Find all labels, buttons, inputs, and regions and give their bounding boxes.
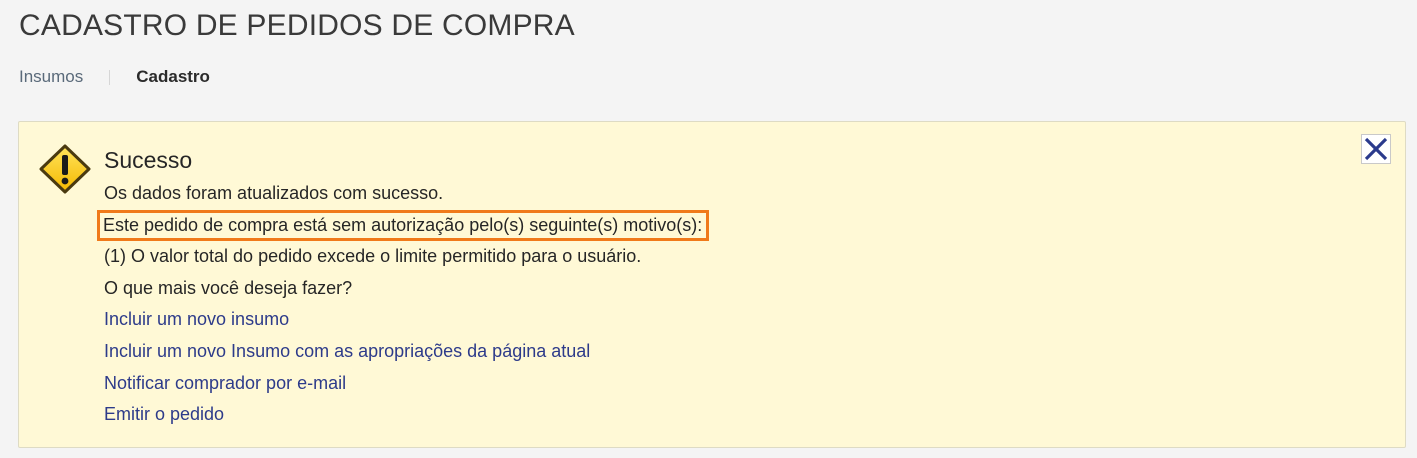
alert-reason: (1) O valor total do pedido excede o lim…	[104, 246, 642, 267]
link-incluir-novo-insumo[interactable]: Incluir um novo insumo	[104, 304, 709, 336]
alert-body: Sucesso Os dados foram atualizados com s…	[97, 146, 710, 431]
success-alert: Sucesso Os dados foram atualizados com s…	[18, 121, 1406, 448]
close-icon	[1364, 137, 1388, 161]
breadcrumb: Insumos Cadastro	[19, 66, 210, 88]
link-incluir-insumo-apropriacoes[interactable]: Incluir um novo Insumo com as apropriaçõ…	[104, 336, 709, 368]
highlighted-message-row: Este pedido de compra está sem autorizaç…	[97, 209, 710, 242]
breadcrumb-item-cadastro: Cadastro	[136, 67, 210, 86]
breadcrumb-item-insumos[interactable]: Insumos	[19, 66, 83, 88]
warning-icon	[39, 144, 91, 194]
alert-question: O que mais você deseja fazer?	[104, 277, 353, 298]
link-emitir-pedido[interactable]: Emitir o pedido	[104, 399, 709, 431]
alert-title: Sucesso	[104, 147, 193, 173]
link-notificar-comprador[interactable]: Notificar comprador por e-mail	[104, 368, 709, 400]
page-title: CADASTRO DE PEDIDOS DE COMPRA	[19, 9, 575, 42]
close-button[interactable]	[1361, 134, 1391, 164]
alert-message: Os dados foram atualizados com sucesso.	[104, 183, 444, 203]
breadcrumb-separator	[109, 69, 111, 85]
highlighted-message: Este pedido de compra está sem autorizaç…	[97, 209, 710, 241]
